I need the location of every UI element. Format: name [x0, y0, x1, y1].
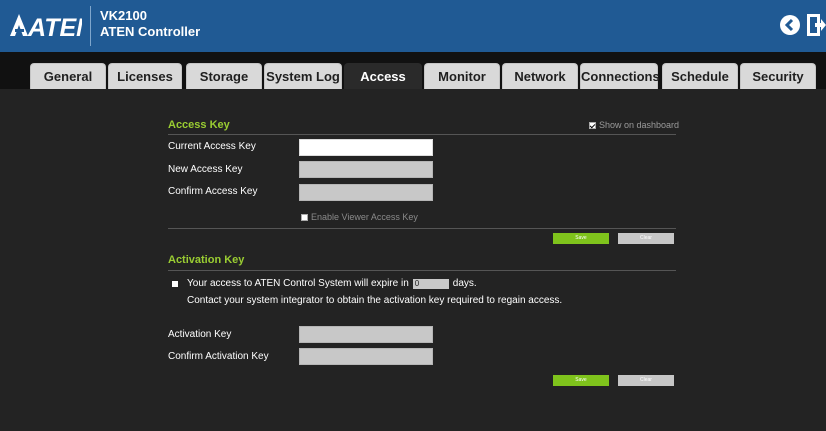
access-key-divider: [168, 134, 676, 135]
enable-viewer-label: Enable Viewer Access Key: [311, 212, 418, 222]
logout-icon[interactable]: [806, 13, 826, 37]
tab-storage[interactable]: Storage: [186, 63, 262, 89]
contact-notice: Contact your system integrator to obtain…: [187, 295, 563, 306]
days-remaining-field: 0: [412, 278, 449, 289]
tab-system-log[interactable]: System Log: [264, 63, 342, 89]
app-subtitle: ATEN Controller: [100, 24, 201, 39]
new-access-key-input[interactable]: [299, 161, 433, 178]
top-bar: ATEN VK2100 ATEN Controller: [0, 0, 826, 52]
activation-key-title: Activation Key: [168, 254, 245, 266]
tab-connections[interactable]: Connections: [580, 63, 660, 89]
enable-viewer-access-key[interactable]: Enable Viewer Access Key: [301, 212, 418, 222]
confirm-access-key-label: Confirm Access Key: [168, 186, 258, 197]
access-key-clear-button[interactable]: Clear: [618, 233, 674, 244]
tab-network[interactable]: Network: [502, 63, 578, 89]
current-access-key-input[interactable]: [299, 139, 433, 156]
tab-access[interactable]: Access: [344, 63, 422, 89]
bullet-icon: [172, 280, 178, 287]
expiry-notice: Your access to ATEN Control System will …: [172, 278, 477, 289]
back-icon[interactable]: [780, 15, 800, 35]
expire-suffix: days.: [452, 278, 477, 289]
tab-schedule[interactable]: Schedule: [662, 63, 738, 89]
expire-prefix: Your access to ATEN Control System will …: [187, 278, 409, 289]
tab-licenses[interactable]: Licenses: [108, 63, 182, 89]
show-on-dashboard-toggle[interactable]: Show on dashboard: [589, 120, 679, 130]
aten-logo: ATEN: [10, 14, 82, 40]
access-key-title: Access Key: [168, 119, 230, 131]
activation-key-label: Activation Key: [168, 329, 232, 340]
show-on-dashboard-checkbox[interactable]: [589, 121, 596, 129]
confirm-activation-key-label: Confirm Activation Key: [168, 351, 269, 362]
current-access-key-label: Current Access Key: [168, 141, 256, 152]
activation-key-save-button[interactable]: Save: [553, 375, 609, 386]
access-key-bottom-divider: [168, 228, 676, 229]
tab-security[interactable]: Security: [740, 63, 816, 89]
activation-key-input[interactable]: [299, 326, 433, 343]
confirm-access-key-input[interactable]: [299, 184, 433, 201]
new-access-key-label: New Access Key: [168, 164, 243, 175]
access-key-save-button[interactable]: Save: [553, 233, 609, 244]
enable-viewer-checkbox[interactable]: [301, 213, 308, 221]
tab-general[interactable]: General: [30, 63, 106, 89]
tab-monitor[interactable]: Monitor: [424, 63, 500, 89]
activation-key-clear-button[interactable]: Clear: [618, 375, 674, 386]
model-name: VK2100: [100, 8, 147, 23]
confirm-activation-key-input[interactable]: [299, 348, 433, 365]
header-divider: [90, 6, 91, 46]
activation-key-divider: [168, 270, 676, 271]
show-on-dashboard-label: Show on dashboard: [599, 120, 680, 130]
svg-text:ATEN: ATEN: [27, 14, 82, 40]
